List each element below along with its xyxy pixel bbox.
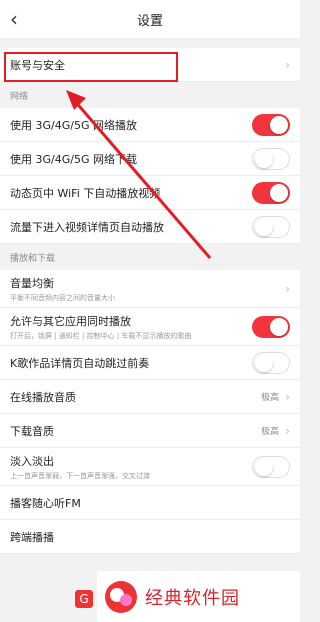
setting-label: 淡入淡出 (10, 454, 54, 468)
setting-value: 极高 (261, 393, 280, 403)
setting-label: 播客随心听FM (10, 496, 81, 510)
watermark-logo-icon (105, 580, 137, 613)
setting-value: 极高 (261, 427, 280, 437)
chevron-right-icon: › (285, 389, 290, 404)
watermark-badge: G (75, 590, 93, 608)
setting-row: 淡入淡出 上一首声音渐弱，下一首声音渐强，交叉过渡 (0, 448, 300, 486)
setting-description: 打开后，锁屏 | 通知栏 | 控制中心 | 车载不显示播放的歌曲 (10, 331, 192, 340)
setting-row[interactable]: 播客随心听FM (0, 486, 300, 520)
chevron-right-icon: › (285, 281, 290, 296)
volume-balance-row[interactable]: 音量均衡 平衡不同音频内容之间的音量大小 › (0, 270, 300, 308)
setting-label: 在线播放音质 (10, 390, 76, 404)
setting-label: 动态页中 WiFi 下自动播放视频 (10, 186, 161, 200)
setting-label: 使用 3G/4G/5G 网络下载 (10, 152, 137, 166)
online-quality-row[interactable]: 在线播放音质 极高 › (0, 380, 300, 414)
toggle-switch[interactable] (252, 351, 290, 374)
setting-row: 动态页中 WiFi 下自动播放视频 (0, 176, 300, 210)
download-quality-row[interactable]: 下载音质 极高 › (0, 414, 300, 448)
setting-row: 使用 3G/4G/5G 网络播放 (0, 108, 300, 142)
setting-label: 音量均衡 (10, 276, 54, 290)
watermark-text: 经典软件园 (145, 587, 240, 609)
toggle-switch[interactable] (252, 315, 290, 338)
setting-label: 使用 3G/4G/5G 网络播放 (10, 118, 137, 132)
toggle-switch[interactable] (252, 113, 290, 136)
setting-description: 上一首声音渐弱，下一首声音渐强，交叉过渡 (10, 471, 150, 480)
chevron-right-icon: › (285, 57, 290, 72)
toggle-switch[interactable] (252, 455, 290, 478)
setting-label: 下载音质 (10, 424, 54, 438)
toggle-switch[interactable] (252, 147, 290, 170)
setting-row: 允许与其它应用同时播放 打开后，锁屏 | 通知栏 | 控制中心 | 车载不显示播… (0, 308, 300, 346)
setting-row: 使用 3G/4G/5G 网络下载 (0, 142, 300, 176)
page-title: 设置 (136, 13, 163, 29)
setting-label: 跨端播播 (10, 530, 54, 544)
toggle-switch[interactable] (252, 215, 290, 238)
setting-label: 流量下进入视频详情页自动播放 (10, 220, 164, 234)
setting-label: 允许与其它应用同时播放 (10, 314, 131, 328)
setting-label: K歌作品详情页自动跳过前奏 (10, 356, 150, 370)
setting-description: 平衡不同音频内容之间的音量大小 (10, 293, 115, 302)
top-bar: ‹ 设置 (0, 0, 300, 38)
chevron-right-icon: › (285, 423, 290, 438)
chevron-left-icon[interactable]: ‹ (10, 9, 18, 29)
toggle-switch[interactable] (252, 181, 290, 204)
setting-row: K歌作品详情页自动跳过前奏 (0, 346, 300, 380)
annotation-highlight-box (4, 52, 178, 82)
section-header-playback: 播放和下载 (0, 244, 300, 270)
section-header-network: 网络 (0, 82, 300, 108)
setting-row: 流量下进入视频详情页自动播放 (0, 210, 300, 244)
watermark: 经典软件园 (97, 571, 300, 622)
setting-row[interactable]: 跨端播播 (0, 520, 300, 554)
